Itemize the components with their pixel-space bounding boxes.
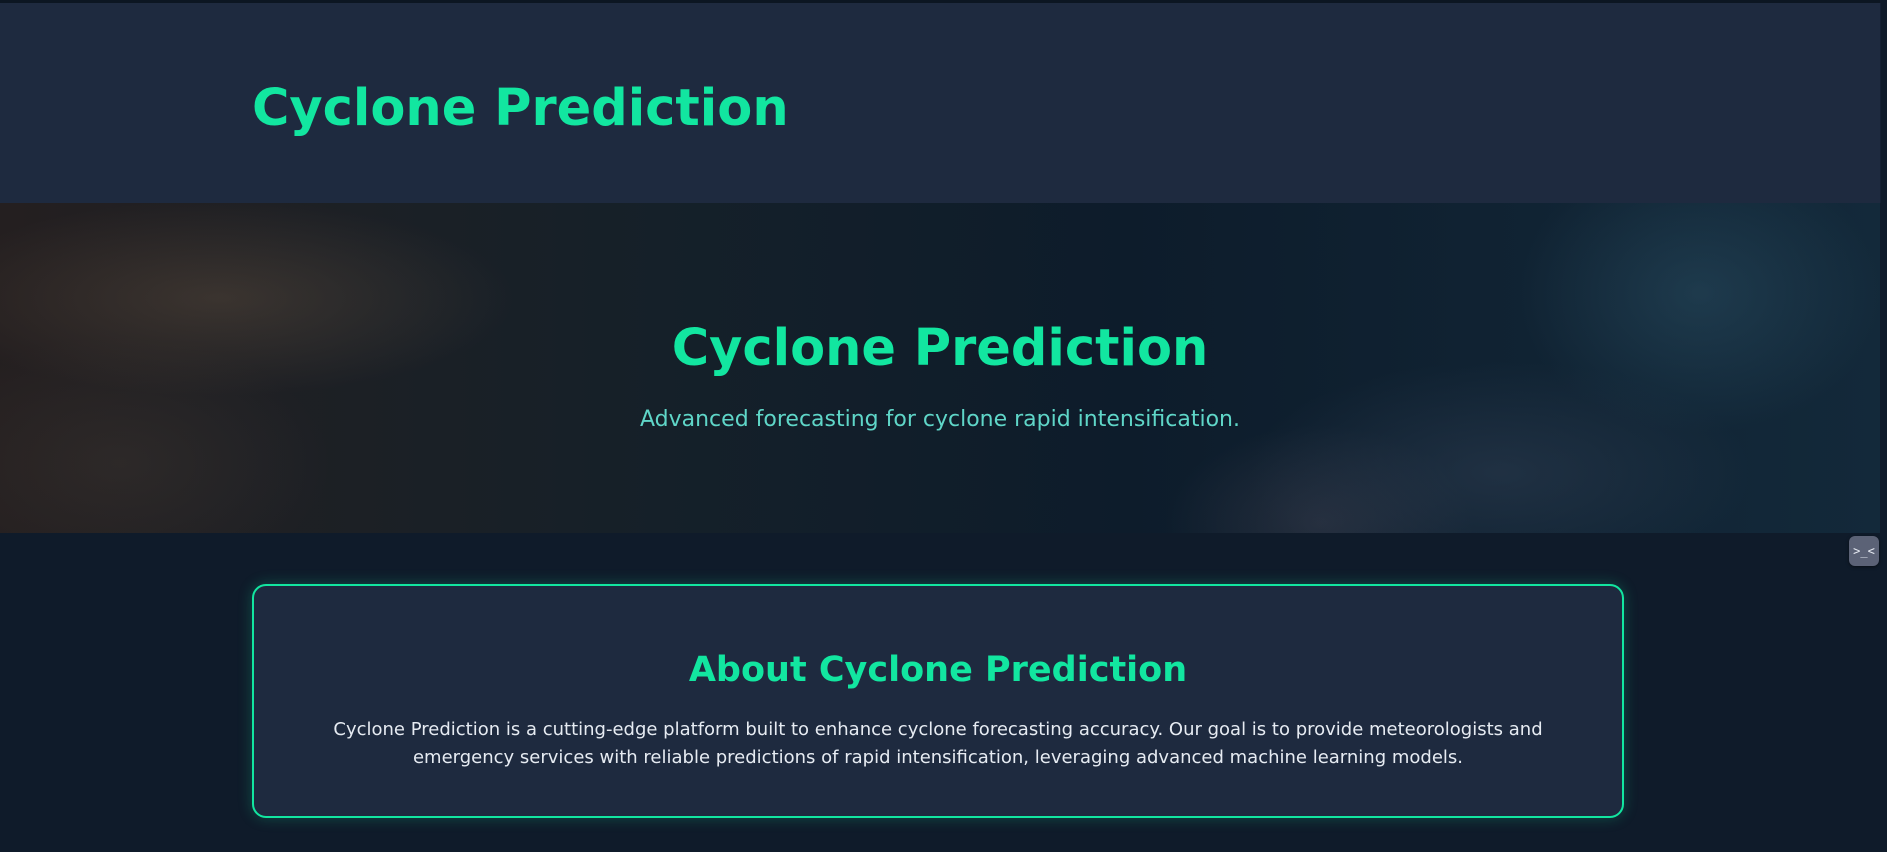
face-icon[interactable]: >_< xyxy=(1849,536,1879,566)
hero-banner: Cyclone Prediction Advanced forecasting … xyxy=(0,203,1880,533)
site-title[interactable]: Cyclone Prediction xyxy=(252,79,789,138)
about-card: About Cyclone Prediction Cyclone Predict… xyxy=(252,584,1624,818)
hero-subtitle: Advanced forecasting for cyclone rapid i… xyxy=(639,407,1240,432)
site-header: Cyclone Prediction xyxy=(0,3,1881,203)
hero-title: Cyclone Prediction xyxy=(671,319,1209,378)
about-description: Cyclone Prediction is a cutting-edge pla… xyxy=(333,719,1543,768)
page: Cyclone Prediction Cyclone Prediction Ad… xyxy=(0,0,1887,852)
about-title: About Cyclone Prediction xyxy=(688,650,1188,690)
